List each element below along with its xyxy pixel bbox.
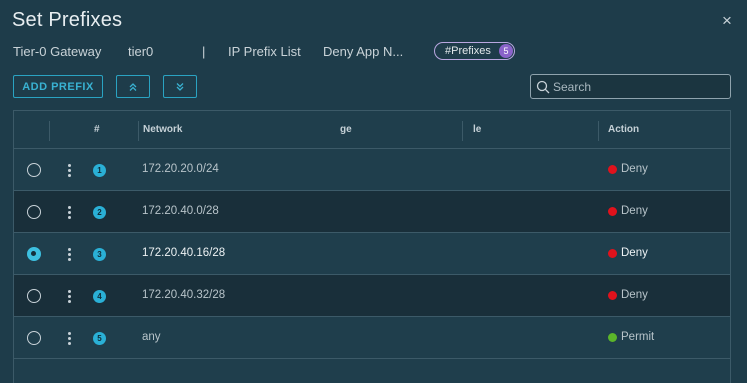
row-action: Deny [621, 205, 648, 217]
prefix-count-badge: #Prefixes 5 [434, 42, 515, 60]
row-actions-kebab-icon[interactable] [64, 245, 74, 263]
action-status-dot [608, 291, 617, 300]
action-status-dot [608, 165, 617, 174]
move-down-button[interactable] [163, 75, 197, 98]
row-select-radio[interactable] [27, 205, 41, 219]
row-network: 172.20.40.0/28 [142, 205, 219, 217]
search-icon [536, 80, 550, 94]
chevrons-up-icon [129, 82, 137, 91]
row-network: any [142, 331, 161, 343]
table-row[interactable]: 2 172.20.40.0/28 Deny [14, 191, 730, 233]
column-separator [138, 121, 139, 141]
table-header: # Network ge le Action [14, 111, 730, 149]
row-actions-kebab-icon[interactable] [64, 329, 74, 347]
table-row[interactable]: 1 172.20.20.0/24 Deny [14, 149, 730, 191]
row-action: Deny [621, 289, 648, 301]
list-name: Deny App N... [323, 44, 404, 59]
row-index-badge: 3 [93, 248, 106, 261]
row-action: Permit [621, 331, 655, 343]
row-actions-kebab-icon[interactable] [64, 203, 74, 221]
column-header-network[interactable]: Network [143, 124, 182, 135]
chevrons-down-icon [176, 82, 184, 91]
row-select-radio[interactable] [27, 289, 41, 303]
search-box [530, 74, 731, 99]
list-type: IP Prefix List [228, 44, 301, 59]
action-status-dot [608, 333, 617, 342]
table-row[interactable]: 5 any Permit [14, 317, 730, 359]
table-row[interactable]: 4 172.20.40.32/28 Deny [14, 275, 730, 317]
column-header-action[interactable]: Action [608, 124, 639, 135]
prefix-table: # Network ge le Action 1 172.20.20.0/24 De… [13, 110, 731, 383]
row-index-badge: 4 [93, 290, 106, 303]
gateway-type: Tier-0 Gateway [13, 44, 102, 59]
search-input[interactable] [553, 77, 723, 96]
set-prefixes-dialog: Set Prefixes × Tier-0 Gateway tier0 | IP… [0, 0, 747, 383]
action-status-dot [608, 207, 617, 216]
row-network: 172.20.20.0/24 [142, 163, 219, 175]
column-separator [49, 121, 50, 141]
row-index-badge: 2 [93, 206, 106, 219]
action-status-dot [608, 249, 617, 258]
row-actions-kebab-icon[interactable] [64, 161, 74, 179]
row-network: 172.20.40.32/28 [142, 289, 226, 301]
prefix-badge-label: #Prefixes [445, 45, 491, 57]
table-row[interactable]: 3 172.20.40.16/28 Deny [14, 233, 730, 275]
row-actions-kebab-icon[interactable] [64, 287, 74, 305]
dialog-title: Set Prefixes [12, 9, 123, 31]
row-action: Deny [621, 247, 648, 259]
context-divider: | [202, 44, 206, 59]
gateway-name: tier0 [128, 44, 154, 59]
prefix-count: 5 [499, 44, 513, 58]
row-index-badge: 1 [93, 164, 106, 177]
close-icon[interactable]: × [719, 12, 735, 29]
move-up-button[interactable] [116, 75, 150, 98]
add-prefix-button[interactable]: ADD PREFIX [13, 75, 103, 98]
row-network: 172.20.40.16/28 [142, 247, 226, 259]
row-select-radio[interactable] [27, 247, 41, 261]
row-index-badge: 5 [93, 332, 106, 345]
row-action: Deny [621, 163, 648, 175]
column-header-number: # [94, 124, 100, 135]
column-separator [598, 121, 599, 141]
column-header-le[interactable]: le [473, 124, 481, 135]
column-separator [462, 121, 463, 141]
column-header-ge[interactable]: ge [340, 124, 352, 135]
row-select-radio[interactable] [27, 163, 41, 177]
row-select-radio[interactable] [27, 331, 41, 345]
